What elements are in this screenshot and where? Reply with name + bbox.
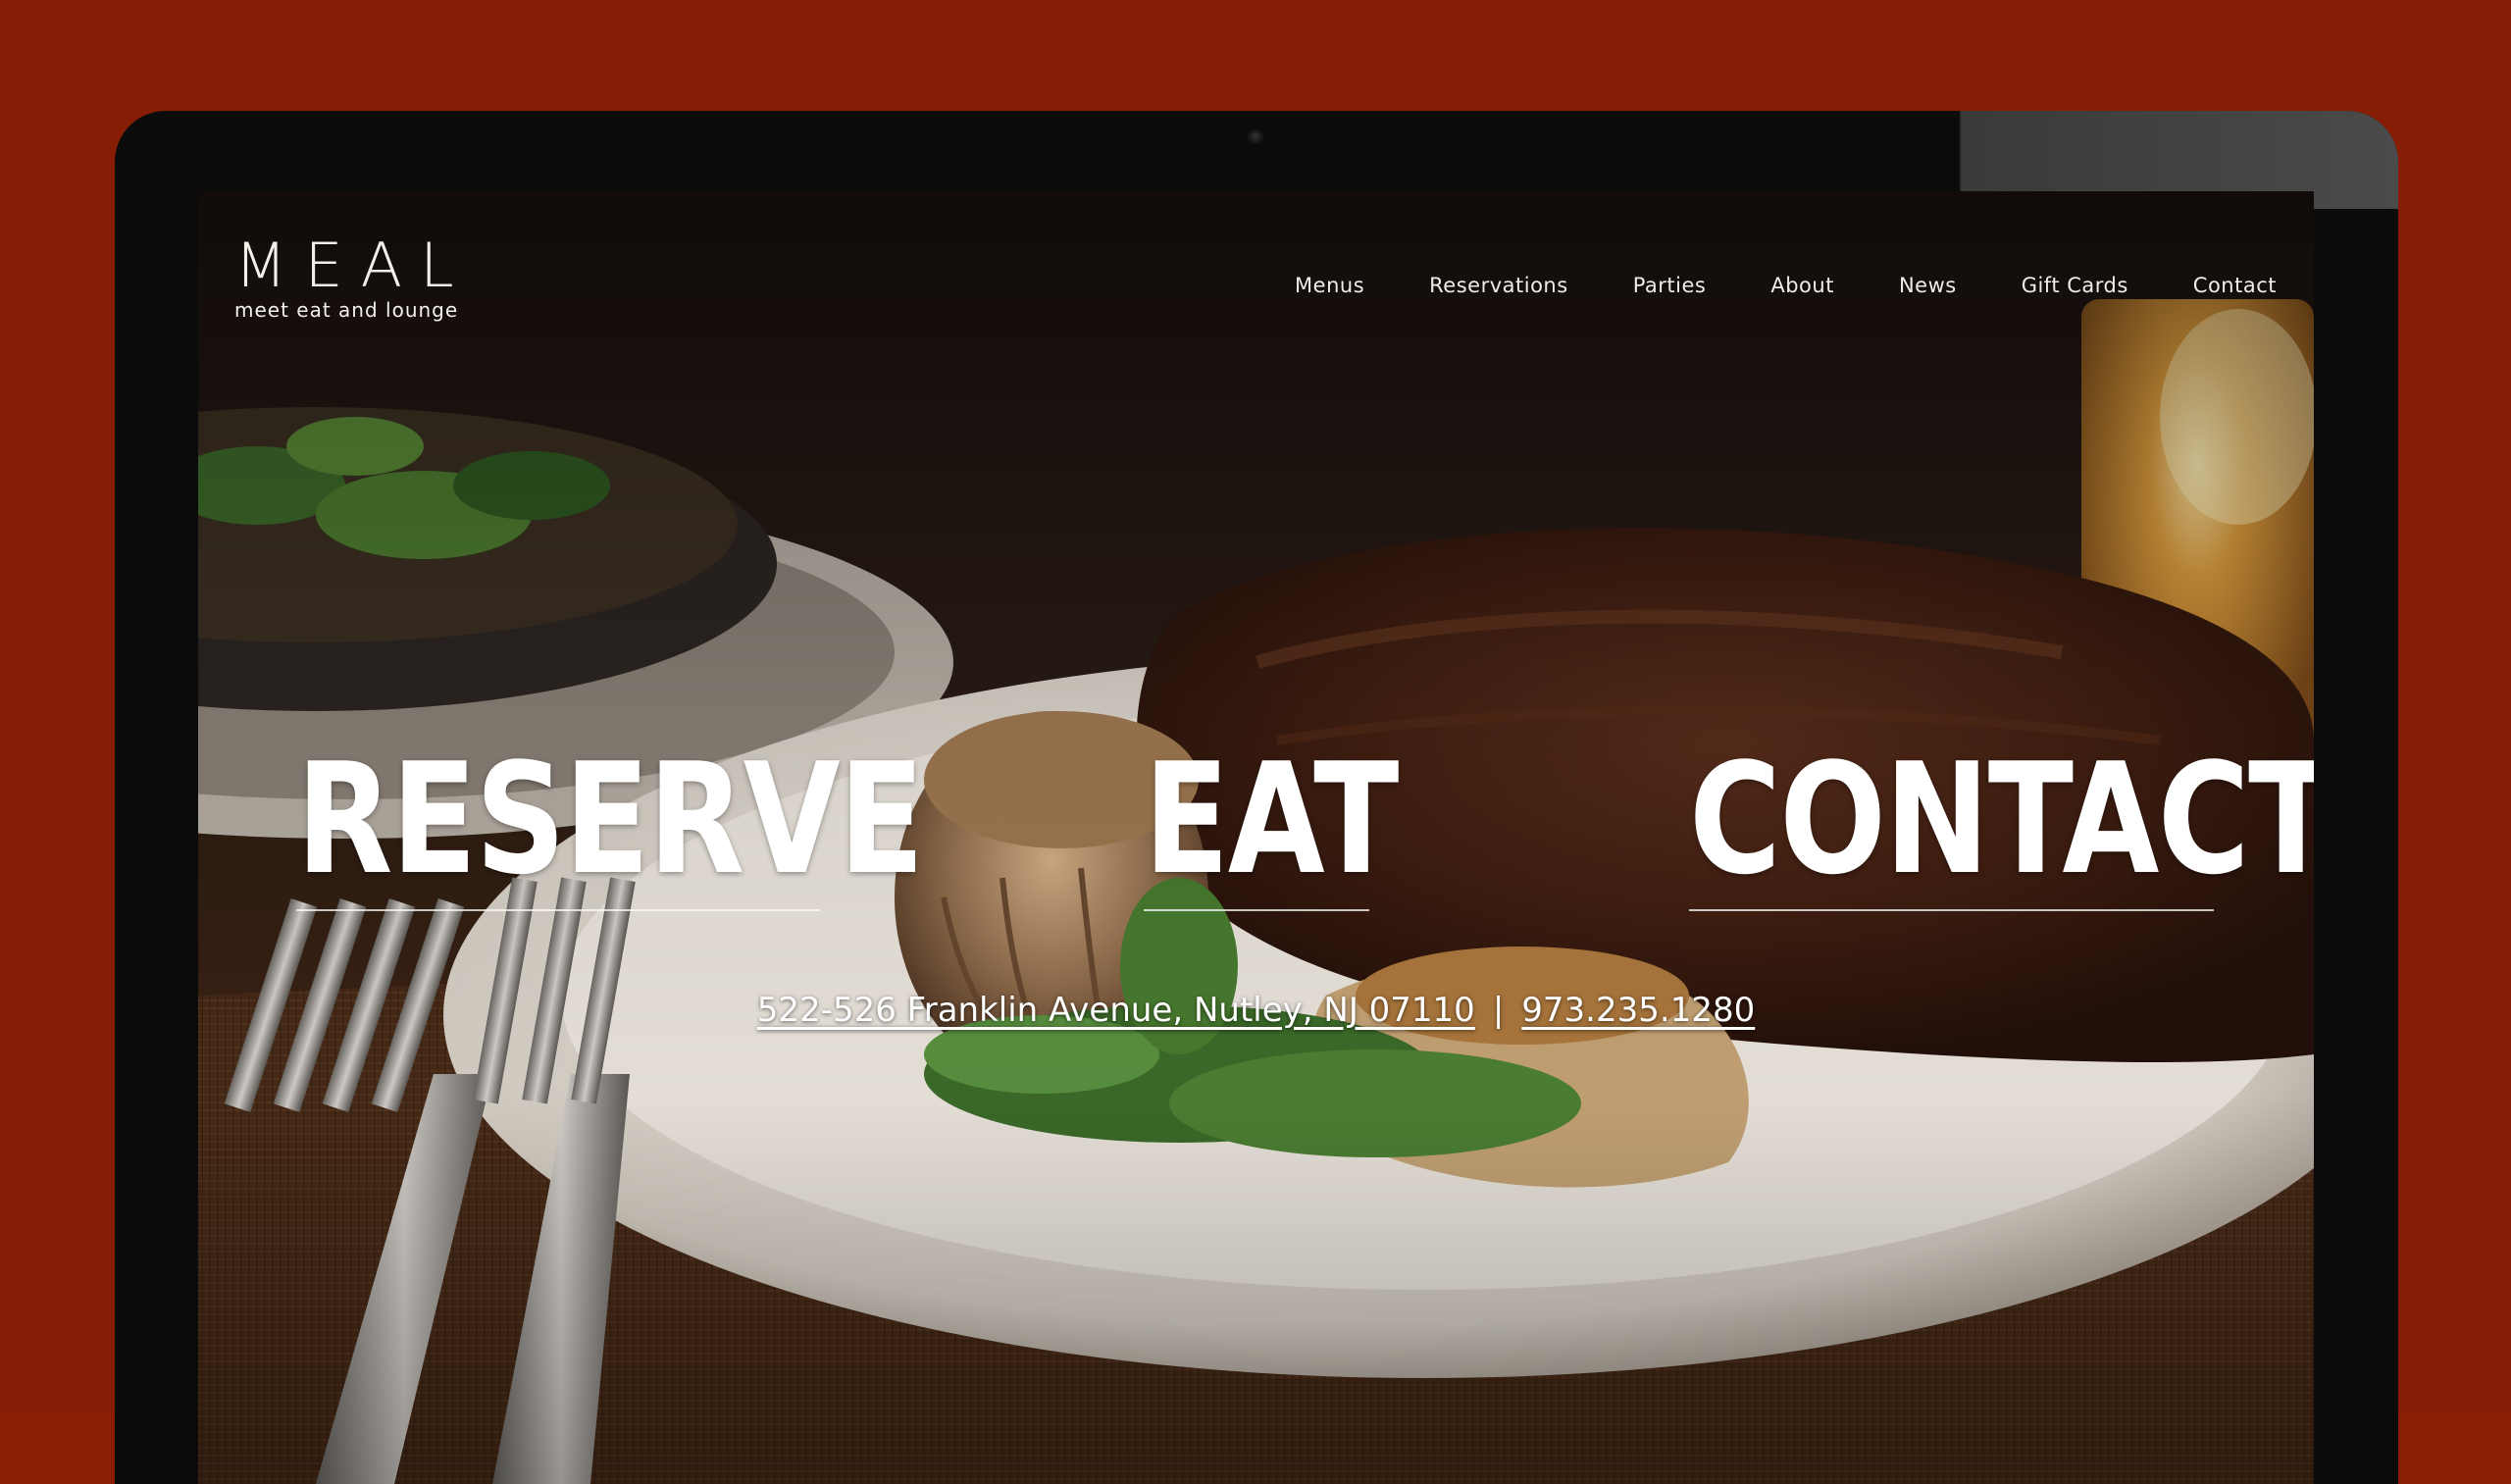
contact-underline xyxy=(1689,909,2214,911)
monitor-frame: MEAL meet eat and lounge Menus Reservati… xyxy=(115,111,2398,1484)
nav-item-about[interactable]: About xyxy=(1770,274,1834,297)
logo-tagline: meet eat and lounge xyxy=(234,298,459,322)
meal-logo[interactable]: MEAL meet eat and lounge xyxy=(234,230,472,323)
eat-underline xyxy=(1144,909,1369,911)
hero-eat-link[interactable]: EAT xyxy=(1144,741,1399,897)
hero-contact-link[interactable]: CONTACT xyxy=(1689,741,2314,897)
nav-item-parties[interactable]: Parties xyxy=(1633,274,1707,297)
main-nav: Menus Reservations Parties About News Gi… xyxy=(1295,274,2277,297)
phone-link[interactable]: 973.235.1280 xyxy=(1521,991,1755,1030)
address-link[interactable]: 522-526 Franklin Avenue, Nutley, NJ 0711… xyxy=(757,991,1475,1030)
nav-item-reservations[interactable]: Reservations xyxy=(1429,274,1568,297)
logo-wordmark: MEAL xyxy=(234,230,472,301)
hero-reserve-link[interactable]: RESERVE xyxy=(296,741,924,897)
camera-icon xyxy=(1250,130,1261,142)
nav-item-contact[interactable]: Contact xyxy=(2193,274,2277,297)
nav-item-menus[interactable]: Menus xyxy=(1295,274,1364,297)
contact-info: 522-526 Franklin Avenue, Nutley, NJ 0711… xyxy=(198,991,2314,1030)
nav-item-gift-cards[interactable]: Gift Cards xyxy=(2022,274,2128,297)
info-separator: | xyxy=(1492,991,1505,1030)
nav-item-news[interactable]: News xyxy=(1899,274,1957,297)
reserve-underline xyxy=(296,909,820,911)
website-screen: MEAL meet eat and lounge Menus Reservati… xyxy=(198,191,2314,1484)
